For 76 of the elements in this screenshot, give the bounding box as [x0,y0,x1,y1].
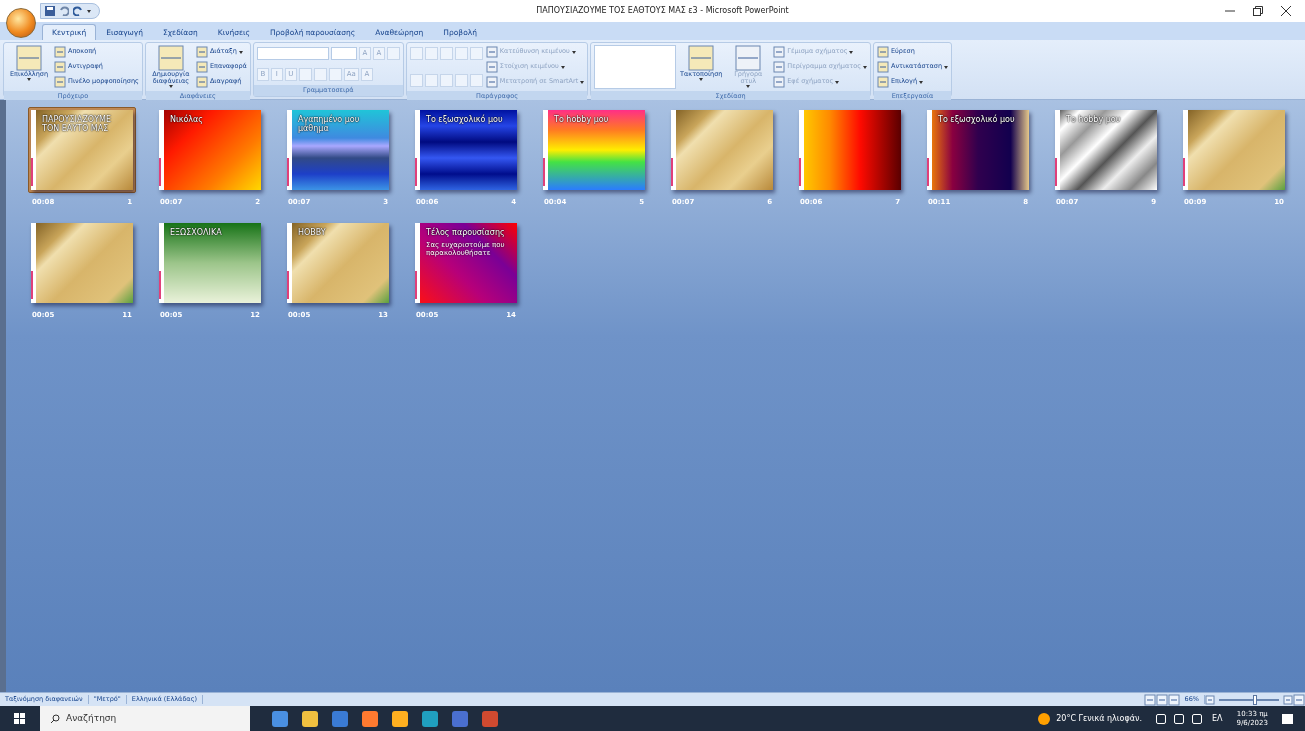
redo-icon[interactable] [73,6,83,16]
document-icon [485,61,498,73]
slide-thumbnail[interactable]: ΕΞΩΣΧΟΛΙΚΑ [159,222,261,303]
document-icon [54,61,66,73]
document-icon [16,45,42,71]
document-icon [54,46,66,58]
sorter-view-icon [1155,693,1168,706]
document-icon [735,45,762,71]
taskbar-app[interactable] [302,710,318,727]
caret-icon [746,84,751,88]
fit-window-icon [1293,693,1305,706]
weather-text[interactable]: 20°C Γενικά ηλιοφάν. [1056,712,1142,725]
document-icon [195,61,208,73]
search-field[interactable]: Αναζήτηση [40,706,250,731]
taskbar-app[interactable] [422,710,438,727]
document-icon [877,76,889,88]
document-icon [195,46,208,58]
caret-icon [919,80,923,84]
caret-icon [944,65,949,69]
caret-icon [238,50,243,54]
restore-icon[interactable] [1253,6,1263,16]
undo-icon[interactable] [59,6,69,16]
window-title: ΠΑΠΟΥΣΙΑΖΟΥΜΕ ΤΟΣ ΕΑΘΤΟΥΣ ΜΑΣ ε3 - Microsoft PowerPoint [535,5,790,17]
slide-title: Το hobby μου [554,115,610,125]
slide-thumbnail[interactable] [31,222,133,303]
close-icon[interactable] [1281,6,1291,16]
document-icon [54,76,66,88]
slide-title: Νικόλας [170,115,204,125]
slide-title: HOBBY [298,227,327,237]
slider-thumb[interactable] [1253,694,1258,705]
caret-icon [27,77,31,81]
caret-icon [580,80,585,84]
slide-thumbnail[interactable]: Το εξωσχολικό μου [415,110,517,190]
caret-icon [835,80,840,84]
document-icon [195,76,208,88]
taskbar-app[interactable] [272,710,288,727]
slide-thumbnail[interactable] [671,110,773,190]
slide-thumbnail[interactable] [799,110,901,190]
zoom-in-icon [1283,694,1293,705]
taskbar-app[interactable] [362,710,378,727]
slide-title: Τέλος παρουσίασης [426,227,506,237]
document-icon [877,46,889,58]
document-icon [157,45,184,71]
caret-icon [699,77,704,81]
slide-thumbnail[interactable]: Νικόλας [159,110,261,190]
document-icon [773,76,786,88]
caret-icon [560,65,565,69]
language-indicator[interactable]: ΕΛ [1212,712,1223,725]
slide-thumbnail[interactable] [1183,110,1285,190]
search-icon [50,713,60,724]
zoom-out-icon [1205,694,1215,705]
document-icon [773,61,786,73]
normal-view-icon [1143,693,1156,706]
caret-icon [168,84,173,88]
office-button[interactable] [6,8,36,38]
search-placeholder: Αναζήτηση [66,711,117,725]
slide-title: Το εξωσχολικό μου [426,115,504,125]
slideshow-icon [1167,693,1180,706]
document-icon [773,46,786,58]
document-icon [485,76,498,88]
slide-title: ΕΞΩΣΧΟΛΙΚΑ [170,227,223,237]
caret-icon [849,50,854,54]
slide-title: Το εξωσχολικό μου [938,115,1016,125]
caret-icon [571,50,576,54]
notification-icon[interactable] [1282,713,1293,724]
weather-icon [1038,712,1051,725]
taskbar-app[interactable] [392,710,408,727]
caret-icon [863,65,867,69]
document-icon [877,61,889,73]
slide-title: Αγαπημένο μου μάθημα [298,115,361,134]
slide-thumbnail[interactable]: Το εξωσχολικό μου [927,110,1029,190]
taskbar-app[interactable] [332,710,348,727]
save-icon[interactable] [45,6,55,16]
customize-caret-icon[interactable] [87,9,91,13]
document-icon [485,46,498,58]
document-icon [688,45,715,71]
